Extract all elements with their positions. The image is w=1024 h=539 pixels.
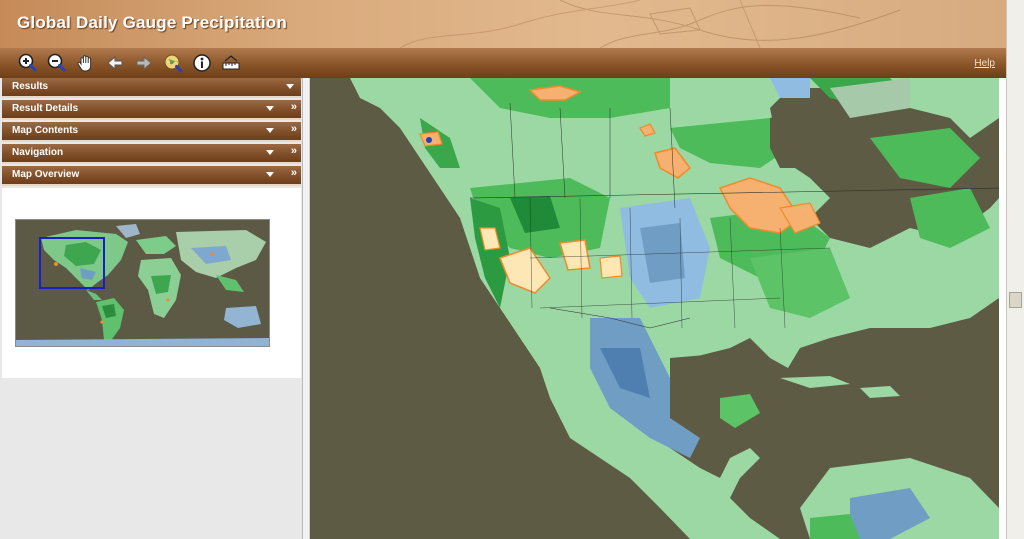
map-overview-panel — [2, 188, 301, 378]
chevron-down-icon[interactable] — [266, 106, 274, 111]
chevron-down-icon[interactable] — [266, 172, 274, 177]
identify-info-icon[interactable] — [191, 52, 213, 74]
zoom-out-icon[interactable] — [45, 52, 67, 74]
chevron-down-icon[interactable] — [286, 84, 294, 89]
precipitation-map-canvas[interactable] — [310, 78, 999, 539]
panel-section-results[interactable]: Results — [2, 78, 301, 98]
app-header: Global Daily Gauge Precipitation — [0, 0, 1006, 48]
forward-arrow-icon[interactable] — [133, 52, 155, 74]
panel-section-result-details[interactable]: Result Details » — [2, 100, 301, 120]
section-label: Map Overview — [12, 169, 80, 180]
panel-section-navigation[interactable]: Navigation » — [2, 144, 301, 164]
expand-icon[interactable]: » — [291, 167, 297, 179]
scrollbar-thumb[interactable] — [1009, 292, 1022, 308]
zoom-in-icon[interactable] — [16, 52, 38, 74]
expand-icon[interactable]: » — [291, 123, 297, 135]
section-label: Results — [12, 81, 49, 92]
vertical-scrollbar[interactable] — [1006, 0, 1024, 539]
chevron-down-icon[interactable] — [266, 128, 274, 133]
left-panel: Results Result Details » Map Contents » … — [0, 78, 303, 539]
measure-icon[interactable] — [220, 52, 242, 74]
expand-icon[interactable]: » — [291, 145, 297, 157]
section-label: Navigation — [12, 147, 64, 158]
main-map[interactable] — [303, 78, 1006, 539]
panel-section-map-contents[interactable]: Map Contents » — [2, 122, 301, 142]
app-window: Global Daily Gauge Precipitation Help Re… — [0, 0, 1024, 539]
map-left-collapse-bar[interactable] — [303, 78, 310, 539]
full-extent-globe-icon[interactable] — [162, 52, 184, 74]
overview-extent-box[interactable] — [39, 237, 105, 289]
help-link[interactable]: Help — [974, 58, 995, 69]
app-title: Global Daily Gauge Precipitation — [17, 13, 287, 32]
overview-map[interactable] — [15, 219, 270, 347]
pan-hand-icon[interactable] — [75, 52, 97, 74]
precipitation-map-image — [310, 78, 999, 539]
chevron-down-icon[interactable] — [266, 150, 274, 155]
expand-icon[interactable]: » — [291, 101, 297, 113]
section-label: Result Details — [12, 103, 79, 114]
panel-section-map-overview[interactable]: Map Overview » — [2, 166, 301, 186]
map-right-margin — [999, 78, 1006, 539]
map-toolbar: Help — [0, 48, 1006, 78]
section-label: Map Contents — [12, 125, 79, 136]
back-arrow-icon[interactable] — [104, 52, 126, 74]
